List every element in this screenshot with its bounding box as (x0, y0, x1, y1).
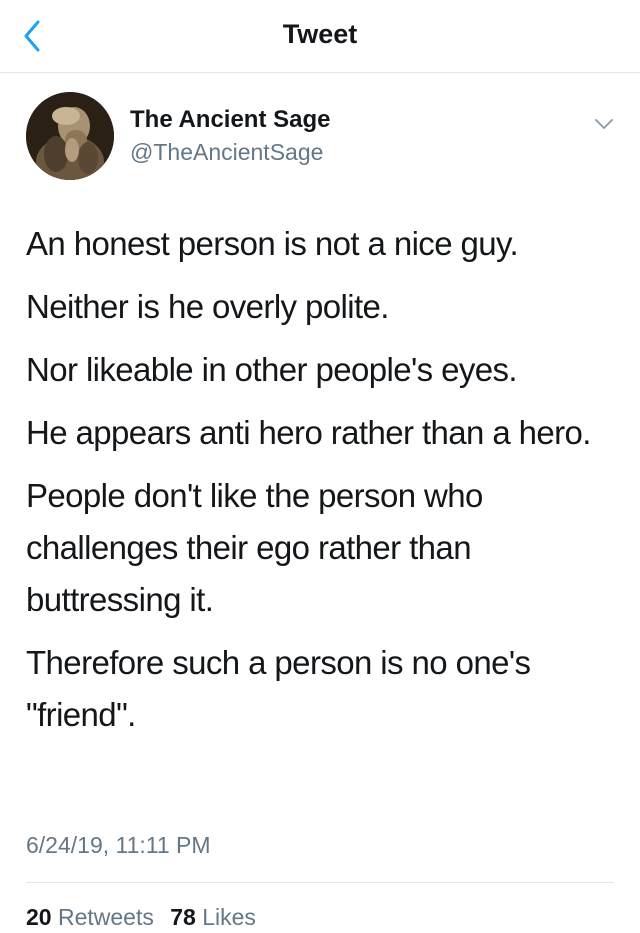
likes-count: 78 (170, 904, 196, 930)
avatar[interactable] (26, 92, 114, 180)
retweets-stat[interactable]: 20 Retweets (26, 904, 154, 930)
page-title: Tweet (282, 19, 358, 49)
tweet-paragraph: An honest person is not a nice guy. (26, 225, 519, 262)
tweet-paragraph: Nor likeable in other people's eyes. (26, 351, 518, 388)
tweet-stats: 20 Retweets 78 Likes (26, 904, 266, 931)
chevron-down-icon (595, 119, 613, 129)
statue-portrait-image (26, 92, 114, 180)
divider (26, 882, 614, 883)
author-handle[interactable]: @TheAncientSage (130, 139, 323, 166)
tweet-author: The Ancient Sage @TheAncientSage (26, 92, 616, 184)
likes-label: Likes (202, 904, 256, 930)
tweet-paragraph: He appears anti hero rather than a hero. (26, 414, 591, 451)
top-nav-bar: Tweet (0, 0, 640, 73)
tweet-paragraph: Neither is he overly polite. (26, 288, 389, 325)
retweets-label: Retweets (57, 904, 154, 930)
tweet-text: An honest person is not a nice guy. Neit… (26, 218, 616, 752)
retweets-count: 20 (26, 904, 52, 930)
tweet-paragraph: Therefore such a person is no one's "fri… (26, 644, 531, 733)
tweet-paragraph: People don't like the person who challen… (26, 477, 483, 618)
tweet-timestamp: 6/24/19, 11:11 PM (26, 832, 211, 858)
tweet-menu-button[interactable] (592, 112, 616, 136)
likes-stat[interactable]: 78 Likes (170, 904, 256, 930)
author-name[interactable]: The Ancient Sage (130, 106, 330, 134)
